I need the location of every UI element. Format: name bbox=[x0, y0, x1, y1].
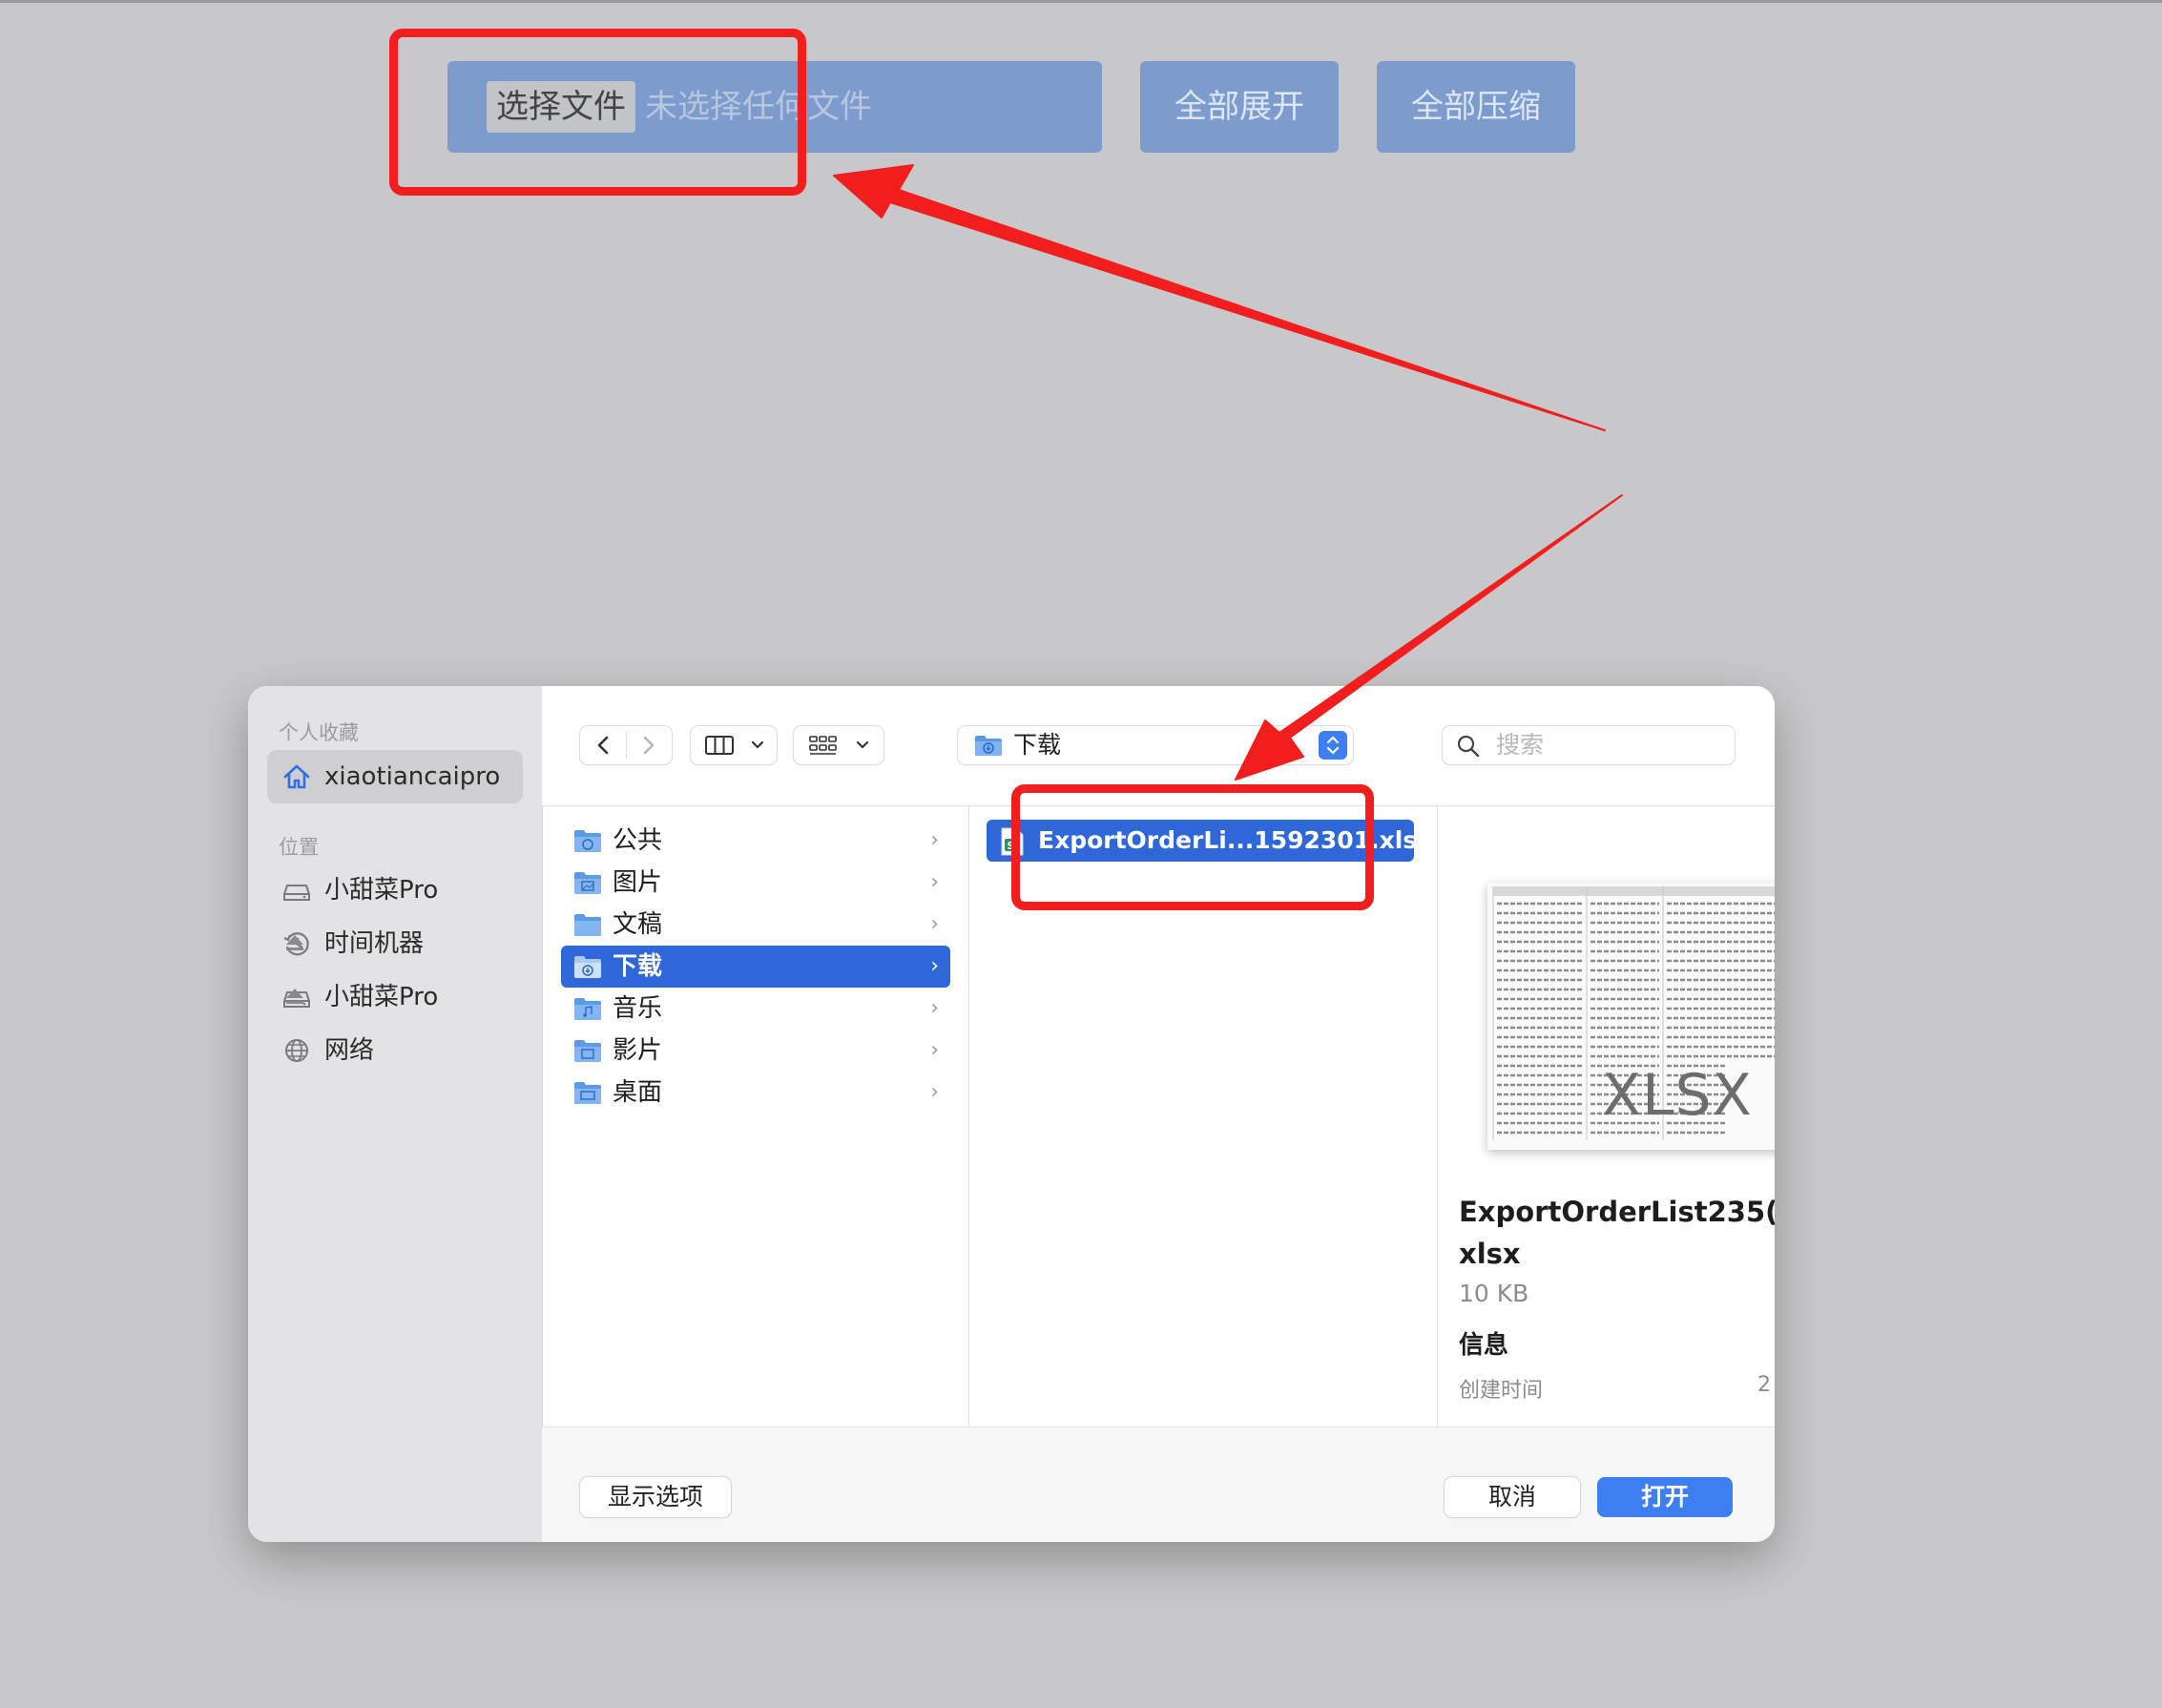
annotation-arrow-to-file bbox=[1235, 494, 1623, 781]
annotation-arrows bbox=[833, 164, 1623, 781]
annotation-arrow-to-input bbox=[833, 164, 1606, 431]
